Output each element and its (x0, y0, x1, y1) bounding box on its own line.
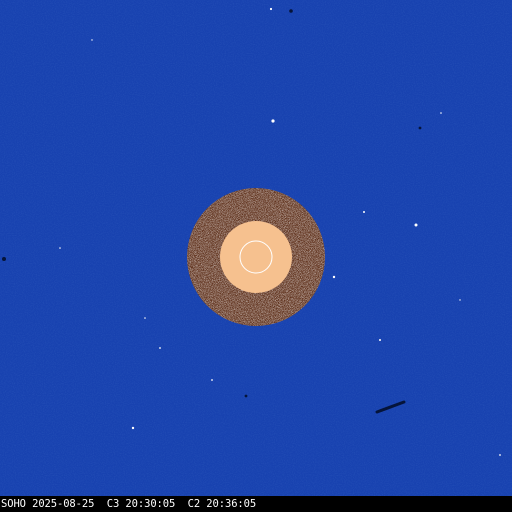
star (59, 247, 61, 249)
star (211, 379, 213, 381)
star (332, 275, 336, 279)
star (131, 426, 135, 430)
dark-speck (2, 257, 6, 261)
star (159, 347, 161, 349)
dark-speck (289, 9, 293, 13)
star (440, 112, 442, 114)
star (271, 119, 275, 123)
caption-bar: SOHO 2025-08-25 C3 20:30:05 C2 20:36:05 (0, 496, 512, 512)
coronagraph-image: SOHO 2025-08-25 C3 20:30:05 C2 20:36:05 (0, 0, 512, 512)
image-caption: SOHO 2025-08-25 C3 20:30:05 C2 20:36:05 (1, 498, 257, 510)
star (499, 454, 501, 456)
dark-speck (418, 126, 422, 130)
star (91, 39, 93, 41)
coronagraph-svg (0, 0, 512, 496)
star (144, 317, 146, 319)
star (269, 7, 273, 11)
occulting-disk (220, 221, 292, 293)
star (363, 211, 365, 213)
sky-field (0, 0, 512, 496)
star (414, 223, 418, 227)
star (459, 299, 461, 301)
dark-speck (244, 394, 248, 398)
star (379, 339, 381, 341)
